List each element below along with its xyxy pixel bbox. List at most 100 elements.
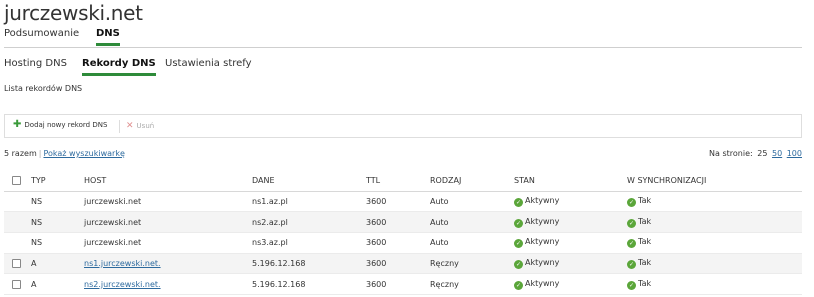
- status-text: Aktywny: [525, 278, 560, 288]
- per-page-label: Na stronie:: [709, 149, 753, 158]
- check-circle-icon: ✓: [514, 280, 523, 290]
- cell-dane: ns1.az.pl: [252, 191, 366, 213]
- cell-host: jurczewski.net: [84, 191, 252, 213]
- check-circle-icon: ✓: [514, 218, 523, 228]
- cell-dane: ns2.az.pl: [252, 211, 366, 233]
- cell-rodzaj: Auto: [430, 232, 514, 254]
- show-search-link[interactable]: Pokaż wyszukiwarkę: [43, 149, 124, 158]
- cell-host: jurczewski.net: [84, 232, 252, 254]
- table-body: NS jurczewski.net ns1.az.pl 3600 Auto ✓ Aktywn…: [4, 191, 802, 295]
- cell-stan: ✓ Aktywny: [514, 273, 627, 295]
- table-row[interactable]: NS jurczewski.net ns2.az.pl 3600 Auto ✓ Aktywn…: [4, 211, 802, 233]
- tab-hosting-dns[interactable]: Hosting DNS: [4, 58, 67, 69]
- cell-host: jurczewski.net: [84, 211, 252, 233]
- cell-sync: ✓ Tak: [627, 273, 802, 295]
- delete-label: Usuń: [136, 122, 155, 130]
- page-title: jurczewski.net: [4, 1, 143, 25]
- checkbox-cell: [4, 211, 31, 233]
- table-row[interactable]: NS jurczewski.net ns3.az.pl 3600 Auto ✓ Aktywn…: [4, 232, 802, 254]
- row-checkbox[interactable]: [12, 279, 21, 289]
- table-header-row: TYP HOST DANE TTL RODZAJ STAN W SYNCHRON…: [4, 170, 802, 192]
- select-all-checkbox[interactable]: [12, 175, 21, 185]
- dns-records-table: TYP HOST DANE TTL RODZAJ STAN W SYNCHRON…: [4, 170, 802, 295]
- x-icon: ✕: [126, 121, 134, 131]
- header-sync[interactable]: W SYNCHRONIZACJI: [627, 170, 802, 192]
- checkbox-cell: [4, 273, 31, 295]
- cell-ttl: 3600: [366, 253, 430, 275]
- cell-stan: ✓ Aktywny: [514, 253, 627, 275]
- header-host[interactable]: HOST: [84, 170, 252, 192]
- cell-stan: ✓ Aktywny: [514, 232, 627, 254]
- toolbar: ✚ Dodaj nowy rekord DNS ✕ Usuń: [4, 114, 802, 138]
- row-checkbox[interactable]: [12, 258, 21, 268]
- secondary-tabs: Hosting DNS Rekordy DNS Ustawienia stref…: [4, 58, 404, 78]
- cell-ttl: 3600: [366, 232, 430, 254]
- per-page-25[interactable]: 25: [757, 149, 767, 158]
- cell-sync: ✓ Tak: [627, 253, 802, 275]
- cell-ttl: 3600: [366, 273, 430, 295]
- sync-text: Tak: [638, 195, 652, 205]
- tab-podsumowanie[interactable]: Podsumowanie: [4, 28, 79, 39]
- sync-text: Tak: [638, 278, 652, 288]
- cell-host: ns2.jurczewski.net.: [84, 273, 252, 295]
- select-all-cell: [4, 170, 31, 192]
- sync-text: Tak: [638, 237, 652, 247]
- plus-icon: ✚: [13, 119, 22, 130]
- cell-dane: 5.196.12.168: [252, 253, 366, 275]
- cell-host: ns1.jurczewski.net.: [84, 253, 252, 275]
- table-row[interactable]: Ans1.jurczewski.net. 5.196.12.168 3600 Ręcz…: [4, 253, 802, 275]
- status-text: Aktywny: [525, 237, 560, 247]
- header-dane[interactable]: DANE: [252, 170, 366, 192]
- header-ttl[interactable]: TTL: [366, 170, 430, 192]
- cell-stan: ✓ Aktywny: [514, 191, 627, 213]
- records-summary: 5 razem | Pokaż wyszukiwarkę: [4, 149, 125, 158]
- check-circle-icon: ✓: [627, 218, 636, 228]
- check-circle-icon: ✓: [627, 197, 636, 207]
- cell-ttl: 3600: [366, 211, 430, 233]
- delete-button[interactable]: ✕ Usuń: [126, 121, 154, 131]
- host-text: jurczewski.net: [84, 196, 142, 206]
- cell-dane: 5.196.12.168: [252, 273, 366, 295]
- cell-sync: ✓ Tak: [627, 211, 802, 233]
- record-count: 5 razem: [4, 149, 37, 158]
- checkbox-cell: [4, 232, 31, 254]
- host-link[interactable]: ns2.jurczewski.net.: [84, 280, 161, 289]
- cell-stan: ✓ Aktywny: [514, 211, 627, 233]
- per-page-100[interactable]: 100: [787, 149, 802, 158]
- status-text: Aktywny: [525, 195, 560, 205]
- status-text: Aktywny: [525, 257, 560, 267]
- sync-text: Tak: [638, 257, 652, 267]
- tab-ustawienia-strefy[interactable]: Ustawienia strefy: [165, 58, 252, 69]
- cell-rodzaj: Auto: [430, 211, 514, 233]
- tab-dns[interactable]: DNS: [96, 28, 120, 46]
- header-typ[interactable]: TYP: [31, 170, 84, 192]
- cell-typ: A: [31, 273, 84, 295]
- cell-typ: NS: [31, 191, 84, 213]
- host-text: jurczewski.net: [84, 217, 142, 227]
- check-circle-icon: ✓: [627, 280, 636, 290]
- table-row[interactable]: Ans2.jurczewski.net. 5.196.12.168 3600 Ręcz…: [4, 273, 802, 295]
- header-stan[interactable]: STAN: [514, 170, 627, 192]
- cell-rodzaj: Ręczny: [430, 273, 514, 295]
- status-text: Aktywny: [525, 216, 560, 226]
- check-circle-icon: ✓: [514, 197, 523, 207]
- check-circle-icon: ✓: [514, 239, 523, 249]
- toolbar-divider: [119, 120, 120, 133]
- host-link[interactable]: ns1.jurczewski.net.: [84, 259, 161, 268]
- cell-rodzaj: Ręczny: [430, 253, 514, 275]
- cell-dane: ns3.az.pl: [252, 232, 366, 254]
- add-record-button[interactable]: ✚ Dodaj nowy rekord DNS: [13, 119, 107, 130]
- cell-typ: A: [31, 253, 84, 275]
- table-row[interactable]: NS jurczewski.net ns1.az.pl 3600 Auto ✓ Aktywn…: [4, 191, 802, 213]
- check-circle-icon: ✓: [514, 259, 523, 269]
- cell-rodzaj: Auto: [430, 191, 514, 213]
- section-title: Lista rekordów DNS: [4, 84, 83, 93]
- header-rodzaj[interactable]: RODZAJ: [430, 170, 514, 192]
- sync-text: Tak: [638, 216, 652, 226]
- per-page-50[interactable]: 50: [772, 149, 782, 158]
- cell-sync: ✓ Tak: [627, 232, 802, 254]
- cell-ttl: 3600: [366, 191, 430, 213]
- check-circle-icon: ✓: [627, 259, 636, 269]
- tab-rekordy-dns[interactable]: Rekordy DNS: [82, 58, 156, 76]
- check-circle-icon: ✓: [627, 239, 636, 249]
